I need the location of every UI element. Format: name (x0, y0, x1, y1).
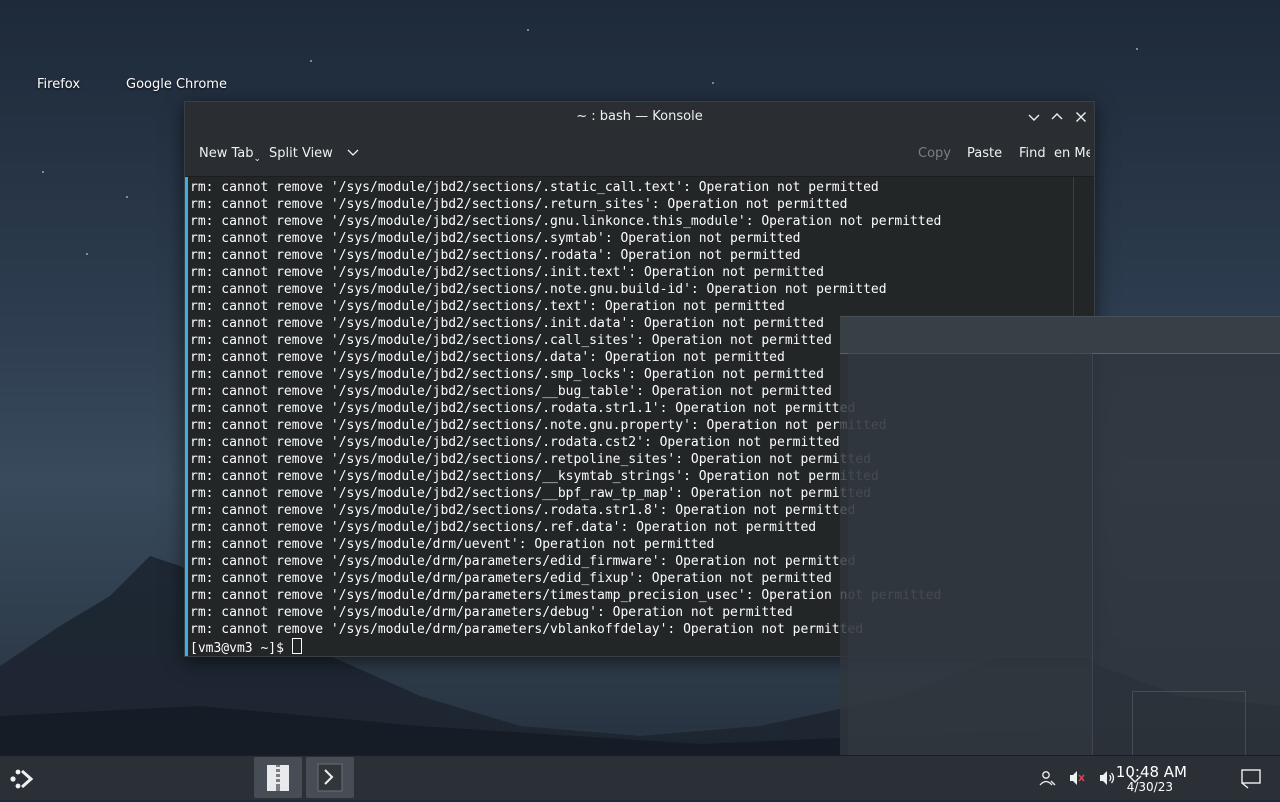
terminal-line: rm: cannot remove '/sys/module/drm/ueven… (190, 537, 715, 552)
terminal-line: rm: cannot remove '/sys/module/drm/param… (190, 554, 856, 569)
terminal-line: rm: cannot remove '/sys/module/jbd2/sect… (190, 265, 824, 280)
translucent-overlay-panel (840, 316, 1280, 759)
text-cursor (291, 638, 302, 654)
window-titlebar[interactable]: ~ : bash — Konsole (185, 102, 1094, 132)
terminal-line: rm: cannot remove '/sys/module/jbd2/sect… (190, 214, 942, 229)
maximize-icon[interactable] (1047, 107, 1067, 127)
terminal-output: rm: cannot remove '/sys/module/jbd2/sect… (190, 179, 941, 657)
terminal-line: rm: cannot remove '/sys/module/jbd2/sect… (190, 418, 887, 433)
overlay-box (1132, 691, 1246, 759)
split-view-label: Split View (269, 146, 333, 161)
star (1136, 48, 1138, 50)
terminal-line: rm: cannot remove '/sys/module/jbd2/sect… (190, 469, 879, 484)
terminal-line: rm: cannot remove '/sys/module/jbd2/sect… (190, 435, 840, 450)
paste-button[interactable]: Paste (967, 146, 1002, 161)
clock-time[interactable]: 10:48 AM (1116, 763, 1187, 781)
prompt-text: [vm3@vm3 ~]$ (190, 641, 292, 656)
open-menu-button[interactable]: en Me (1054, 146, 1090, 161)
desktop-icon-firefox[interactable]: Firefox (37, 77, 80, 92)
application-launcher-icon[interactable] (9, 766, 35, 796)
archive-icon (267, 765, 289, 791)
star (527, 29, 529, 31)
taskbar-task-archive[interactable] (254, 757, 302, 798)
terminal-line: rm: cannot remove '/sys/module/drm/param… (190, 571, 832, 586)
terminal-prompt[interactable]: [vm3@vm3 ~]$ (190, 638, 941, 657)
new-tab-button[interactable]: New Tab⌄ (199, 146, 261, 164)
konsole-toolbar: New Tab⌄ Split View Copy Paste Find en M… (185, 132, 1094, 177)
terminal-line: rm: cannot remove '/sys/module/jbd2/sect… (190, 248, 801, 263)
terminal-icon (317, 763, 343, 792)
terminal-line: rm: cannot remove '/sys/module/jbd2/sect… (190, 180, 879, 195)
copy-button[interactable]: Copy (918, 146, 951, 161)
star (126, 196, 128, 198)
dropdown-indicator-icon: ⌄ (253, 154, 262, 164)
terminal-line: rm: cannot remove '/sys/module/jbd2/sect… (190, 367, 824, 382)
terminal-line: rm: cannot remove '/sys/module/jbd2/sect… (190, 384, 832, 399)
terminal-line: rm: cannot remove '/sys/module/jbd2/sect… (190, 197, 848, 212)
speaker-muted-icon[interactable] (1068, 769, 1086, 791)
terminal-line: rm: cannot remove '/sys/module/jbd2/sect… (190, 520, 817, 535)
minimize-icon[interactable] (1024, 107, 1044, 127)
terminal-line: rm: cannot remove '/sys/module/jbd2/sect… (190, 282, 887, 297)
chevron-down-icon (347, 149, 359, 156)
terminal-line: rm: cannot remove '/sys/module/jbd2/sect… (190, 299, 785, 314)
terminal-line: rm: cannot remove '/sys/module/jbd2/sect… (190, 333, 832, 348)
star (712, 82, 714, 84)
split-view-button[interactable]: Split View (269, 146, 359, 161)
terminal-line: rm: cannot remove '/sys/module/drm/param… (190, 588, 942, 603)
clock-date[interactable]: 4/30/23 (1127, 780, 1173, 794)
terminal-line: rm: cannot remove '/sys/module/jbd2/sect… (190, 503, 856, 518)
find-button[interactable]: Find (1019, 146, 1046, 161)
terminal-line: rm: cannot remove '/sys/module/jbd2/sect… (190, 316, 824, 331)
taskbar: 10:48 AM 4/30/23 (0, 755, 1280, 800)
desktop-icon-google-chrome[interactable]: Google Chrome (126, 77, 227, 92)
star (310, 60, 312, 62)
window-title: ~ : bash — Konsole (576, 109, 703, 124)
terminal-line: rm: cannot remove '/sys/module/jbd2/sect… (190, 231, 801, 246)
user-icon[interactable] (1038, 769, 1056, 791)
close-icon[interactable] (1071, 107, 1091, 127)
terminal-line: rm: cannot remove '/sys/module/drm/param… (190, 605, 793, 620)
overlay-header (840, 317, 1280, 354)
star (86, 253, 88, 255)
terminal-line: rm: cannot remove '/sys/module/jbd2/sect… (190, 401, 856, 416)
volume-icon[interactable] (1098, 769, 1116, 791)
terminal-line: rm: cannot remove '/sys/module/jbd2/sect… (190, 452, 871, 467)
star (42, 171, 44, 173)
show-desktop-icon[interactable] (1239, 766, 1263, 794)
taskbar-task-konsole[interactable] (306, 757, 354, 798)
overlay-column (848, 353, 1093, 757)
terminal-line: rm: cannot remove '/sys/module/jbd2/sect… (190, 350, 785, 365)
new-tab-label: New Tab (199, 146, 254, 161)
terminal-line: rm: cannot remove '/sys/module/jbd2/sect… (190, 486, 871, 501)
terminal-line: rm: cannot remove '/sys/module/drm/param… (190, 622, 864, 637)
